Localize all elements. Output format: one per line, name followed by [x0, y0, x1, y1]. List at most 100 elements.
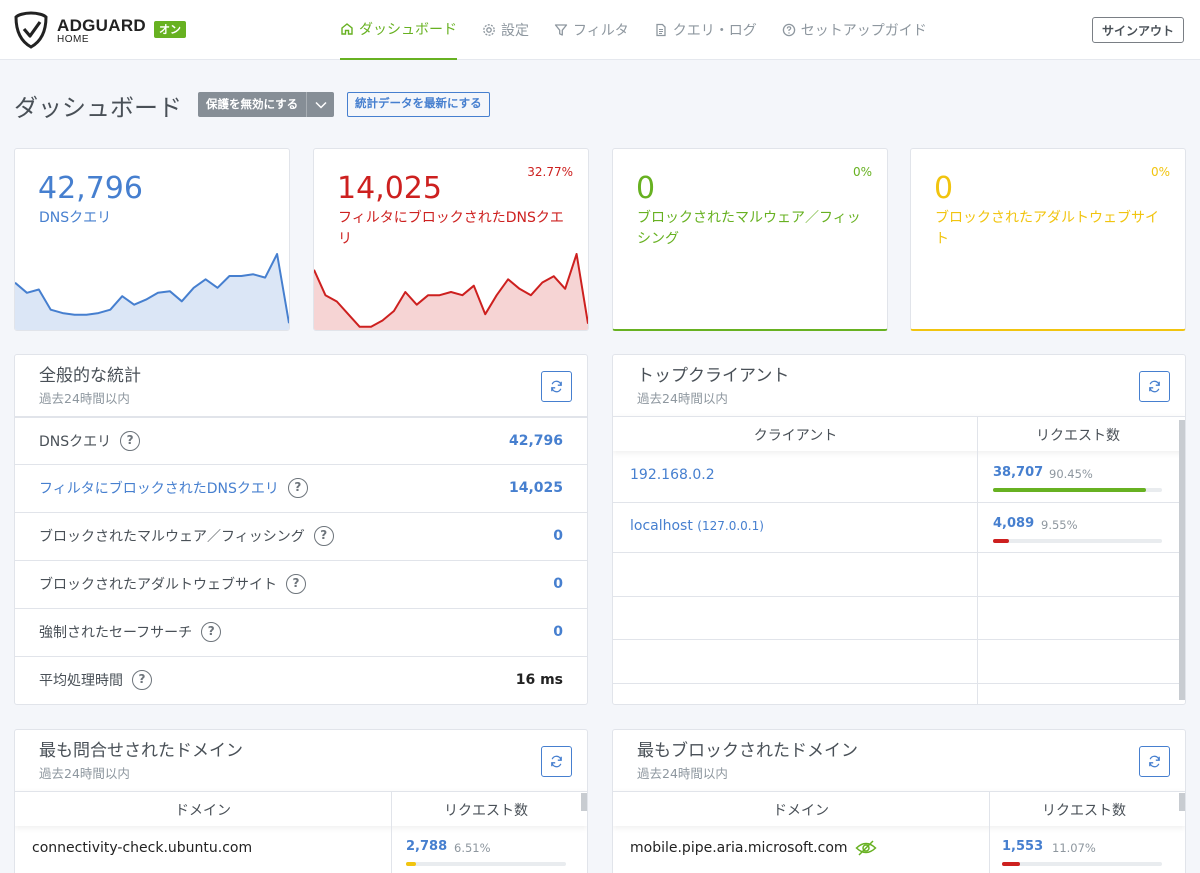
- home-icon: [341, 23, 353, 35]
- stat-row-text: DNSクエリ: [39, 434, 112, 450]
- stat-row-value: 14,025: [508, 480, 563, 496]
- stat-value: 0: [934, 171, 954, 206]
- request-count: 2,788: [406, 839, 448, 854]
- stat-row-malware: ブロックされたマルウェア／フィッシング? 0: [15, 512, 587, 560]
- stat-row-label: 平均処理時間?: [39, 670, 152, 690]
- nav-query-log[interactable]: クエリ・ログ: [654, 0, 757, 60]
- table-scrollbar[interactable]: [581, 793, 587, 811]
- client-name[interactable]: localhost (127.0.0.1): [630, 518, 764, 534]
- nav-setup-guide[interactable]: セットアップガイド: [782, 0, 927, 60]
- progress-fill: [1002, 862, 1020, 866]
- panel-title: 最も問合せされたドメイン: [39, 741, 243, 761]
- progress-fill: [993, 488, 1146, 492]
- refresh-button[interactable]: [1139, 746, 1170, 777]
- sparkline-area: [15, 254, 289, 330]
- client-name[interactable]: 192.168.0.2: [630, 467, 715, 483]
- stat-value: 0: [636, 171, 656, 206]
- disable-protection-button[interactable]: 保護を無効にする: [198, 92, 307, 117]
- nav-settings[interactable]: 設定: [482, 0, 529, 60]
- help-icon[interactable]: ?: [132, 670, 152, 690]
- stat-row-label[interactable]: フィルタにブロックされたDNSクエリ?: [39, 478, 308, 498]
- request-percent: 9.55%: [1041, 518, 1078, 532]
- stat-label: ブロックされたアダルトウェブサイト: [935, 210, 1159, 247]
- stat-row-value: 0: [553, 576, 563, 592]
- stat-row-blocked-queries: フィルタにブロックされたDNSクエリ? 14,025: [15, 464, 587, 512]
- progress-fill: [406, 862, 417, 866]
- help-icon[interactable]: ?: [313, 526, 334, 546]
- refresh-button[interactable]: [1139, 371, 1170, 402]
- nav-filters[interactable]: フィルタ: [554, 0, 629, 60]
- help-icon[interactable]: ?: [287, 478, 308, 498]
- stat-percent: 0%: [852, 165, 872, 179]
- dns-queries-sparkline: [15, 253, 289, 330]
- client-host[interactable]: localhost: [630, 518, 693, 534]
- stat-row-value: 16 ms: [515, 672, 563, 688]
- column-header-domain[interactable]: ドメイン: [15, 792, 391, 827]
- main-nav: ダッシュボード 設定 フィルタ クエリ・ログ セットアップガイド: [340, 0, 952, 60]
- panel-title: 最もブロックされたドメイン: [637, 741, 858, 761]
- request-count: 1,553: [1002, 839, 1044, 854]
- signout-button[interactable]: サインアウト: [1092, 17, 1184, 43]
- request-count: 4,089: [993, 516, 1035, 531]
- nav-label: 設定: [501, 23, 529, 39]
- document-icon: [656, 23, 666, 37]
- column-header-requests[interactable]: リクエスト数: [989, 792, 1179, 827]
- domain-name[interactable]: connectivity-check.ubuntu.com: [32, 840, 252, 856]
- stat-row-safesearch: 強制されたセーフサーチ? 0: [15, 608, 587, 656]
- adguard-shield-logo[interactable]: [14, 11, 48, 49]
- stat-card-adult: 0 0% ブロックされたアダルトウェブサイト: [910, 148, 1186, 331]
- top-navbar: ADGUARD HOME オン ダッシュボード 設定 フィルタ クエリ・ログ セ…: [0, 0, 1200, 60]
- help-icon[interactable]: ?: [120, 431, 141, 451]
- refresh-button[interactable]: [541, 746, 572, 777]
- blocked-queries-link[interactable]: フィルタにブロックされたDNSクエリ: [39, 478, 279, 498]
- stat-row-adult: ブロックされたアダルトウェブサイト? 0: [15, 560, 587, 608]
- panel-title: トップクライアント: [637, 366, 790, 386]
- stat-row-label: ブロックされたアダルトウェブサイト?: [39, 574, 306, 594]
- stat-row-value: 0: [553, 624, 563, 640]
- stat-card-dns-queries: 42,796 DNSクエリ: [14, 148, 290, 331]
- table-scrollbar[interactable]: [1179, 420, 1185, 700]
- column-header-domain[interactable]: ドメイン: [613, 792, 989, 827]
- refresh-button[interactable]: [541, 371, 572, 402]
- domain-name[interactable]: mobile.pipe.aria.microsoft.com: [630, 840, 848, 856]
- domain-cell: mobile.pipe.aria.microsoft.com: [630, 840, 877, 856]
- progress-bar: [1002, 862, 1162, 866]
- stat-row-dns-queries: DNSクエリ? 42,796: [15, 416, 587, 464]
- nav-label: フィルタ: [573, 23, 629, 39]
- refresh-icon: [1149, 380, 1160, 393]
- column-header-requests[interactable]: リクエスト数: [978, 417, 1178, 452]
- stat-row-text: ブロックされたマルウェア／フィッシング: [39, 529, 305, 545]
- nav-dashboard[interactable]: ダッシュボード: [340, 0, 457, 60]
- refresh-statistics-button[interactable]: 統計データを最新にする: [347, 92, 490, 117]
- eye-off-icon[interactable]: [854, 840, 877, 856]
- panel-subtitle: 過去24時間以内: [637, 391, 728, 406]
- top-blocked-domains-panel: 最もブロックされたドメイン 過去24時間以内 ドメイン リクエスト数 mobil…: [612, 729, 1186, 873]
- table-header: クライアント リクエスト数: [613, 416, 1185, 451]
- progress-bar: [406, 862, 566, 866]
- filter-icon: [554, 24, 568, 36]
- table-header: ドメイン リクエスト数: [613, 791, 1185, 826]
- disable-protection-dropdown[interactable]: [306, 92, 335, 117]
- brand-name: ADGUARD: [57, 16, 146, 35]
- help-icon[interactable]: ?: [286, 574, 306, 594]
- stat-card-blocked-queries: 14,025 32.77% フィルタにブロックされたDNSクエリ: [313, 148, 589, 331]
- chevron-down-icon: [315, 101, 327, 109]
- stat-value: 14,025: [337, 171, 442, 206]
- column-header-client[interactable]: クライアント: [613, 417, 978, 452]
- top-clients-panel: トップクライアント 過去24時間以内 クライアント リクエスト数 192.168…: [612, 354, 1186, 705]
- progress-bar: [993, 539, 1162, 543]
- nav-label: セットアップガイド: [800, 23, 927, 39]
- table-scrollbar[interactable]: [1179, 793, 1185, 811]
- table-header: ドメイン リクエスト数: [15, 791, 587, 826]
- column-header-requests[interactable]: リクエスト数: [391, 792, 581, 827]
- stat-row-label: ブロックされたマルウェア／フィッシング?: [39, 526, 334, 546]
- nav-label: ダッシュボード: [359, 22, 457, 38]
- stat-label: ブロックされたマルウェア／フィッシング: [637, 210, 861, 247]
- progress-bar: [993, 488, 1162, 492]
- blocked-queries-sparkline: [314, 253, 588, 330]
- nav-label: クエリ・ログ: [672, 23, 757, 39]
- refresh-icon: [551, 380, 562, 393]
- panel-subtitle: 過去24時間以内: [39, 766, 130, 781]
- help-icon[interactable]: ?: [201, 622, 222, 642]
- gear-icon: [483, 24, 495, 36]
